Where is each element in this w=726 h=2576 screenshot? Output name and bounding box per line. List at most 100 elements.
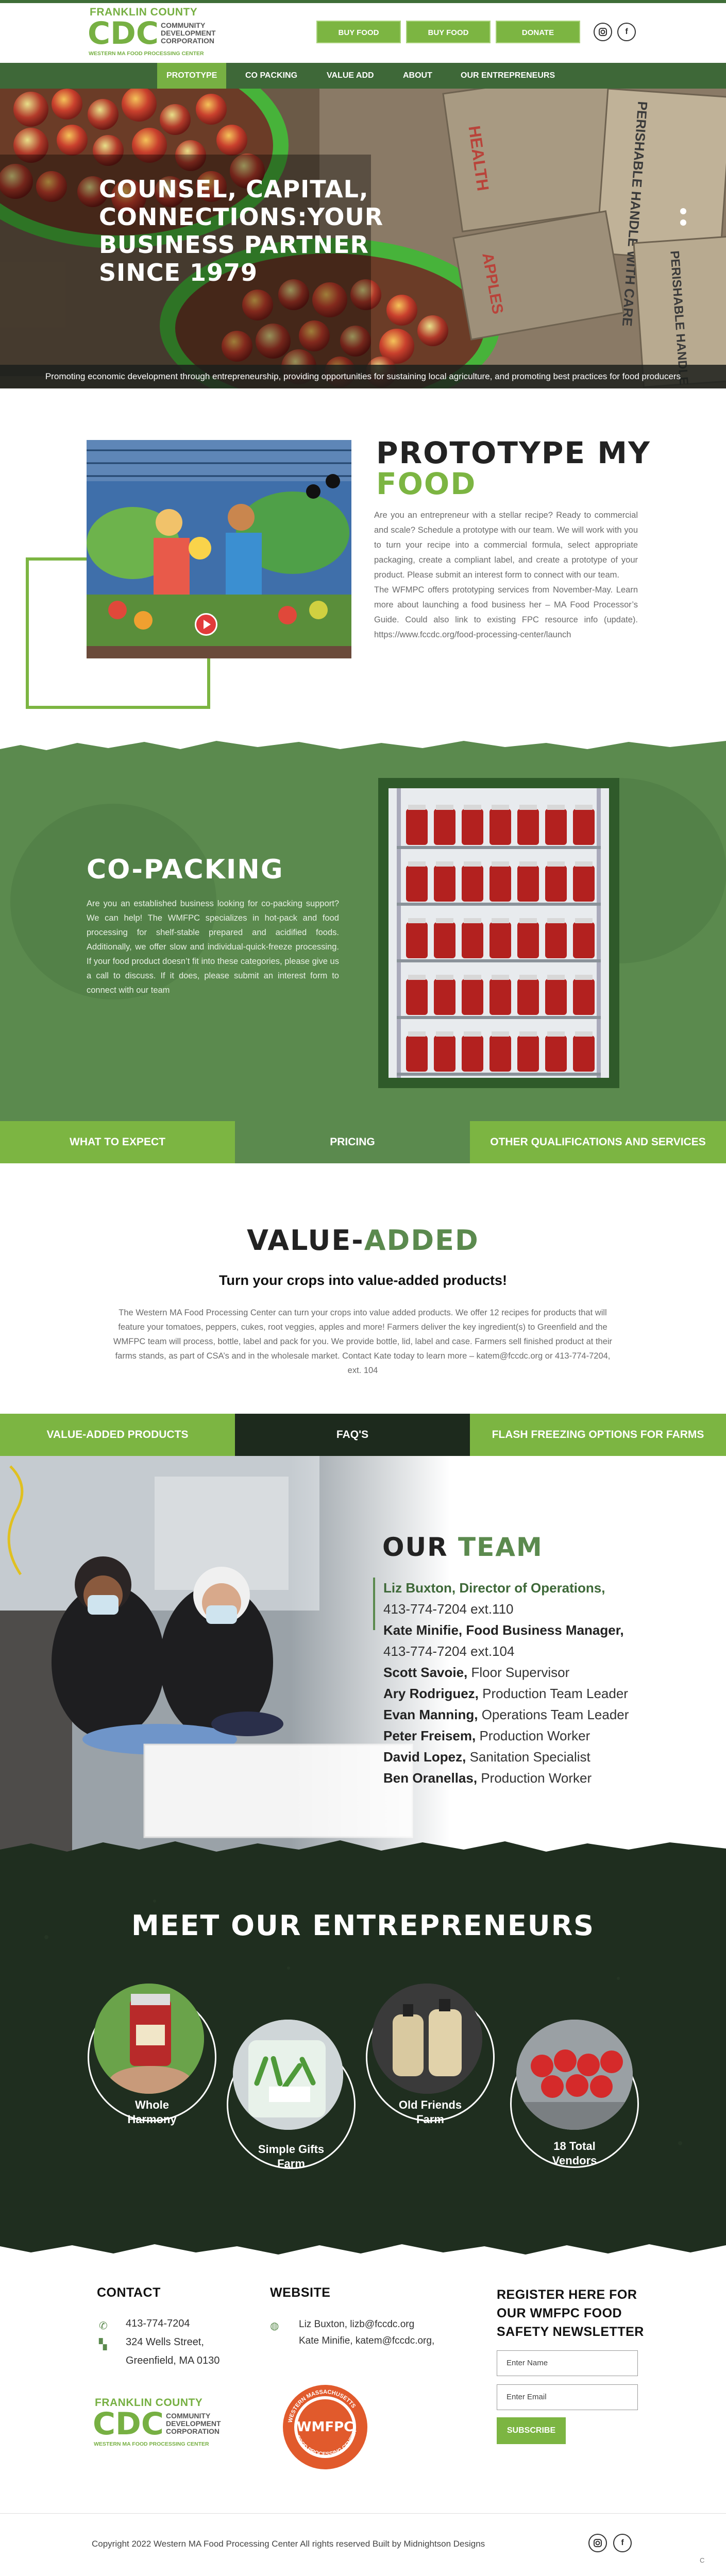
facebook-icon[interactable]: f <box>617 23 636 41</box>
tab-faqs[interactable]: FAQ'S <box>235 1414 470 1456</box>
contact-title: CONTACT <box>97 2285 161 2300</box>
tab-what-to-expect[interactable]: WHAT TO EXPECT <box>0 1121 235 1163</box>
jar <box>434 1036 455 1072</box>
jar-lid <box>547 975 565 980</box>
value-added-title-part: VALUE- <box>247 1224 364 1257</box>
nav-item-our-entrepreneurs[interactable]: OUR ENTREPRENEURS <box>451 63 564 89</box>
team-title: OUR TEAM <box>382 1532 543 1562</box>
jar-lid <box>519 918 537 923</box>
jar <box>517 809 539 845</box>
instagram-icon[interactable] <box>588 2534 607 2552</box>
jar <box>489 809 511 845</box>
team-member-name: Ben Oranellas, <box>383 1770 478 1786</box>
jar-lid <box>464 805 481 810</box>
email-field[interactable]: Enter Email <box>497 2384 638 2410</box>
team-member: Ary Rodriguez, Production Team Leader <box>383 1683 713 1704</box>
map-icon: ▚ <box>99 2339 107 2350</box>
logo-sub-line: COMMUNITY <box>161 21 206 29</box>
prototype-image[interactable] <box>87 440 351 658</box>
jar-lid <box>492 805 509 810</box>
badge-text-mid: WMFPC <box>297 2419 353 2435</box>
hero-headline: COUNSEL, CAPITAL, CONNECTIONS:YOUR BUSIN… <box>99 175 387 286</box>
apple-shape <box>196 94 227 125</box>
nav-item-co-packing[interactable]: CO PACKING <box>236 63 307 89</box>
logo-sub: COMMUNITY DEVELOPMENT CORPORATION <box>161 22 216 45</box>
co-packing-text: Are you an established business looking … <box>87 899 339 995</box>
nav-item-about[interactable]: ABOUT <box>394 63 442 89</box>
jar <box>489 866 511 902</box>
jar-lid <box>492 918 509 923</box>
jar <box>545 866 567 902</box>
jam-jar-image <box>94 1984 204 2094</box>
team-member-phone: 413-774-7204 ext.104 <box>383 1643 515 1659</box>
entrepreneur-photo <box>516 2020 633 2130</box>
jar-lid <box>547 1031 565 1037</box>
wmfpc-badge-image: WESTERN MASSACHUSETTS FOOD PROCESSING CE… <box>283 2385 367 2469</box>
jar <box>545 1036 567 1072</box>
jar <box>489 1036 511 1072</box>
buy-food-button[interactable]: BUY FOOD <box>316 21 401 43</box>
apple-shape <box>88 99 119 130</box>
logo-sub-line: CORPORATION <box>161 37 214 45</box>
email-link[interactable]: Liz Buxton, lizb@fccdc.org <box>299 2316 434 2333</box>
jar-lid <box>408 918 426 923</box>
facebook-icon[interactable]: f <box>613 2534 632 2552</box>
subscribe-button[interactable]: SUBSCRIBE <box>497 2417 566 2444</box>
jar <box>434 922 455 958</box>
instagram-icon[interactable] <box>594 23 612 41</box>
instagram-glyph <box>594 2539 602 2547</box>
jar-lid <box>547 918 565 923</box>
tab-flash-freezing[interactable]: FLASH FREEZING OPTIONS FOR FARMS <box>470 1414 726 1456</box>
jar <box>406 809 428 845</box>
slider-dot[interactable] <box>680 208 686 214</box>
play-triangle <box>204 620 211 629</box>
play-icon[interactable] <box>195 613 217 636</box>
jar <box>406 866 428 902</box>
contact-phone[interactable]: 413-774-7204 <box>126 2314 190 2333</box>
jar <box>517 979 539 1015</box>
entrepreneur-name: Whole Harmony <box>88 2098 216 2127</box>
team-member-role: Production Worker <box>481 1770 592 1786</box>
newsletter-title: REGISTER HERE FOR OUR WMFPC FOOD SAFETY … <box>497 2285 644 2341</box>
team-member-name: Evan Manning, <box>383 1707 478 1722</box>
jar-shelf-image <box>389 788 609 1078</box>
hero-headline-line: CONNECTIONS:YOUR <box>99 203 384 231</box>
site-logo[interactable]: FRANKLIN COUNTY CDC COMMUNITY DEVELOPMEN… <box>88 5 227 61</box>
email-link[interactable]: Kate Minifie, katem@fccdc.org, <box>299 2333 434 2349</box>
jar-lid <box>436 975 453 980</box>
donate-button[interactable]: DONATE <box>496 21 580 43</box>
hero-caption: Promoting economic development through e… <box>0 365 726 388</box>
slider-dot[interactable] <box>680 219 686 226</box>
entrepreneur-name: Old Friends Farm <box>366 2098 495 2127</box>
jar <box>462 866 483 902</box>
jar-lid <box>408 975 426 980</box>
co-packing-title: CO-PACKING <box>87 854 284 885</box>
team-member-role: Production Worker <box>479 1728 590 1743</box>
nav-item-value-add[interactable]: VALUE ADD <box>317 63 383 89</box>
name-field[interactable]: Enter Name <box>497 2350 638 2376</box>
contact-address: 324 Wells Street, Greenfield, MA 0130 <box>126 2333 220 2370</box>
co-packing-image-frame <box>378 778 619 1088</box>
jar <box>434 866 455 902</box>
tab-pricing[interactable]: PRICING <box>235 1121 470 1163</box>
frozen-beans-image <box>233 2020 343 2130</box>
tab-other-qualifications[interactable]: OTHER QUALIFICATIONS AND SERVICES <box>470 1121 726 1163</box>
entrepreneur-name-line: Vendors <box>552 2154 597 2167</box>
nav-item-prototype[interactable]: PROTOTYPE <box>157 63 227 89</box>
hero-banner: HEALTH PERISHABLE HANDLE WITH CARE PERIS… <box>0 89 726 388</box>
team-member-role: Floor Supervisor <box>471 1665 570 1680</box>
footer-logo[interactable]: FRANKLIN COUNTY CDC COMMUNITY DEVELOPMEN… <box>93 2396 232 2451</box>
address-line: 324 Wells Street, <box>126 2336 204 2348</box>
tab-value-added-products[interactable]: VALUE-ADDED PRODUCTS <box>0 1414 235 1456</box>
team-member-role: Production Team Leader <box>482 1686 628 1701</box>
buy-food-button[interactable]: BUY FOOD <box>406 21 491 43</box>
jar-lid <box>436 1031 453 1037</box>
jar <box>573 809 595 845</box>
globe-icon: ◍ <box>270 2320 279 2332</box>
apple-shape <box>386 295 417 326</box>
jar <box>462 922 483 958</box>
prototype-title: PROTOTYPE MY <box>376 435 651 470</box>
logo-cdc: CDC <box>88 15 159 52</box>
logo-sub-line: COMMUNITY <box>166 2412 211 2420</box>
team-member: Scott Savoie, Floor Supervisor <box>383 1662 713 1683</box>
